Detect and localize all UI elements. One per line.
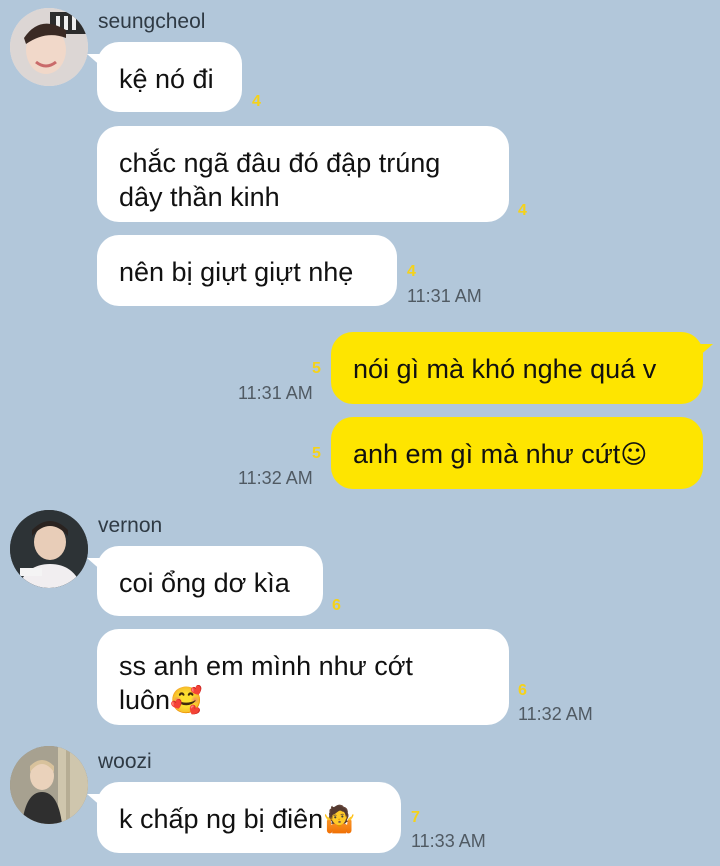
message-text: kệ nó đi [119,64,214,94]
message-text-line: dây thần kinh [119,182,280,212]
unread-count: 6 [518,682,527,699]
avatar-vernon[interactable] [10,510,88,588]
message-bubble[interactable]: coi ổng dơ kìa [87,546,323,616]
sender-name: woozi [98,750,152,773]
unread-count: 5 [312,445,321,462]
person-shrugging-emoji: 🤷 [323,805,356,835]
message-bubble[interactable]: anh em gì mà như cứt☺ [331,417,703,489]
unread-count: 5 [312,360,321,377]
message-text: nói gì mà khó nghe quá v [353,354,657,384]
message-time: 11:32 AM [518,704,593,724]
profile-photo-icon [10,510,88,588]
message-text: k chấp ng bị điên [119,804,324,834]
unread-count: 4 [407,263,416,280]
unread-count: 4 [252,93,261,110]
message-bubble[interactable]: nói gì mà khó nghe quá v [331,332,713,404]
sender-name: seungcheol [98,10,206,33]
unread-count: 7 [411,809,420,826]
message-bubble[interactable]: kệ nó đi [87,42,242,112]
message-bubble[interactable]: ss anh em mình như cớt luôn🥰 [97,629,509,725]
message-text-line: luôn [119,685,171,715]
message-time: 11:31 AM [238,383,313,403]
profile-photo-icon [10,746,88,824]
message-bubble[interactable]: nên bị giựt giựt nhẹ [97,235,397,306]
message-text: nên bị giựt giựt nhẹ [119,257,354,287]
message-bubble[interactable]: k chấp ng bị điên🤷 [87,782,401,853]
smiling-face-with-hearts-emoji: 🥰 [170,686,203,716]
message-time: 11:31 AM [407,286,482,306]
message-text: anh em gì mà như cứt [353,439,621,469]
profile-photo-icon [10,8,88,86]
sender-name: vernon [98,514,163,537]
message-bubble[interactable]: chắc ngã đâu đó đập trúng dây thần kinh [97,126,509,222]
message-text-line: chắc ngã đâu đó đập trúng [119,148,441,178]
unread-count: 4 [518,202,527,219]
message-text: coi ổng dơ kìa [119,568,290,598]
smiling-face-emoji: ☺ [620,440,648,470]
message-time: 11:32 AM [238,468,313,488]
unread-count: 6 [332,597,341,614]
avatar-woozi[interactable] [10,746,88,824]
avatar-seungcheol[interactable] [10,8,88,86]
message-text-line: ss anh em mình như cớt [119,651,413,681]
message-time: 11:33 AM [411,831,486,851]
